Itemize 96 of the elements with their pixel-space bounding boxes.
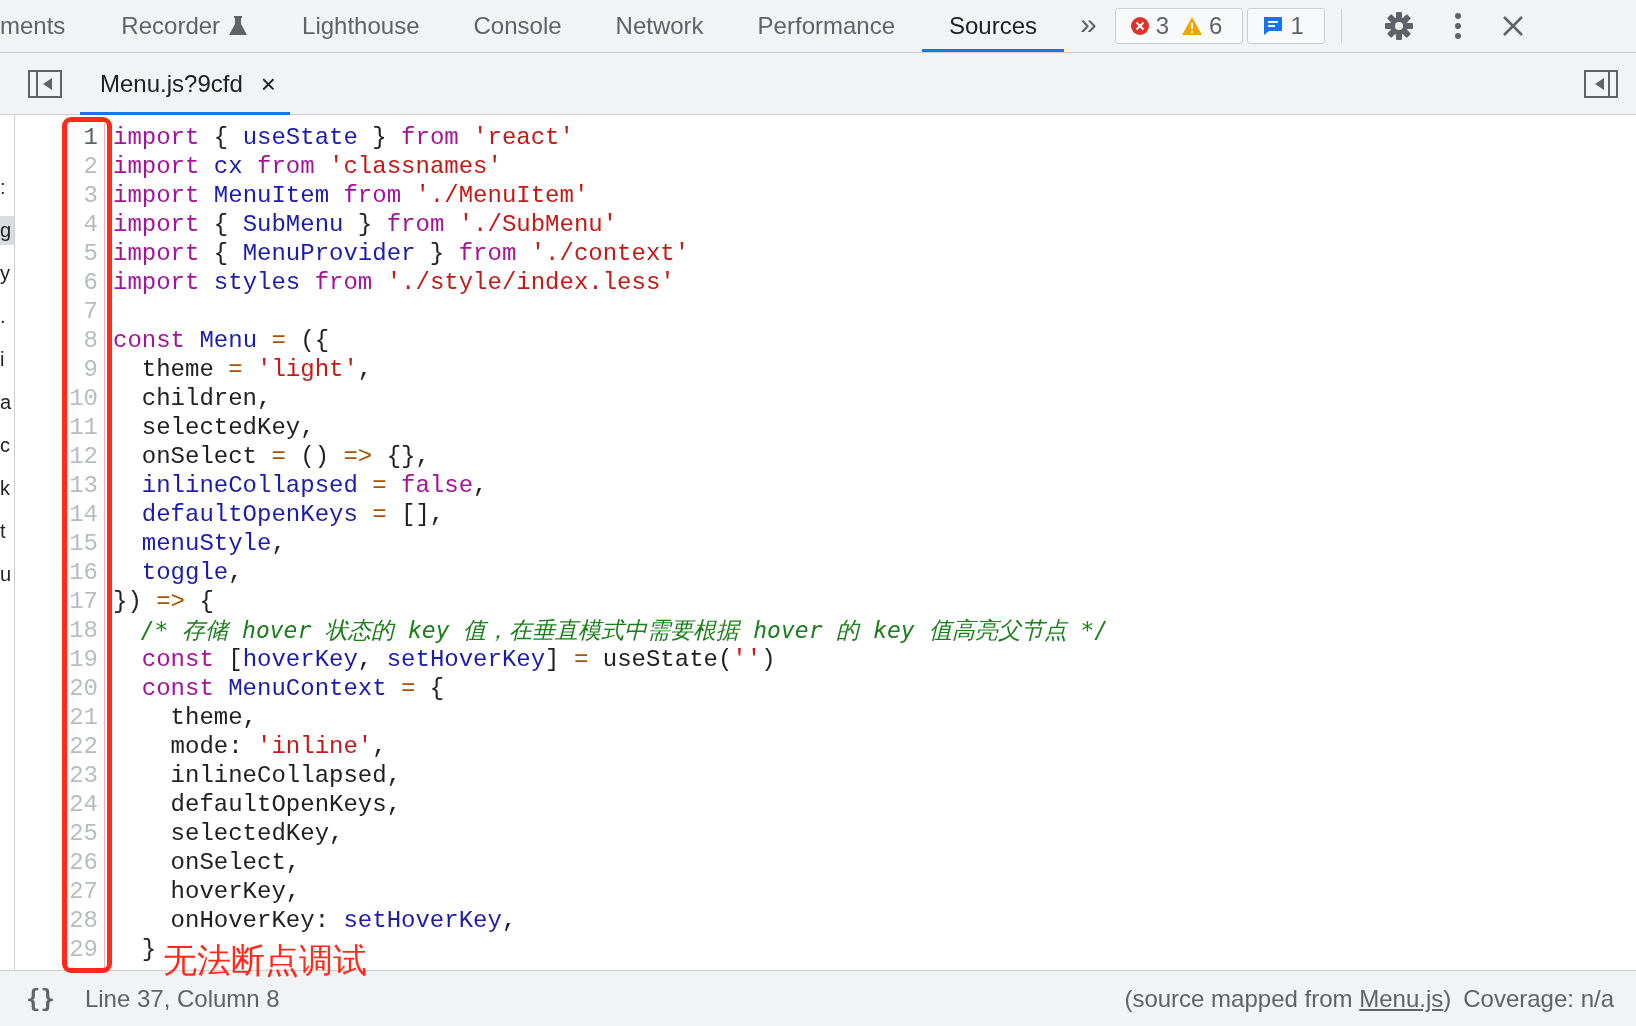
navigator-item[interactable]: :	[0, 173, 14, 202]
code-line: import { useState } from 'react'	[113, 123, 574, 152]
code-line: inlineCollapsed,	[169, 761, 402, 790]
close-icon[interactable]	[1501, 15, 1524, 37]
line-number[interactable]: 2	[15, 152, 98, 181]
code-line: children,	[140, 384, 272, 413]
line-number[interactable]: 29	[15, 935, 98, 964]
line-number[interactable]: 13	[15, 471, 98, 500]
navigator-item[interactable]: i	[0, 345, 14, 374]
line-number[interactable]: 20	[15, 674, 98, 703]
navigator-item[interactable]: k	[0, 474, 14, 503]
line-number[interactable]: 22	[15, 732, 98, 761]
code-line: selectedKey,	[140, 413, 315, 442]
navigator-item[interactable]: a	[0, 388, 14, 417]
code-line: inlineCollapsed = false,	[140, 471, 488, 500]
code-line: const Menu = ({	[113, 326, 330, 355]
code-line: menuStyle,	[140, 529, 286, 558]
line-number[interactable]: 1	[15, 123, 98, 152]
code-line: import { SubMenu } from './SubMenu'	[113, 210, 618, 239]
code-line: import { MenuProvider } from './context'	[113, 239, 690, 268]
panel-tab[interactable]: Lighthouse	[275, 0, 447, 52]
flask-icon	[228, 15, 249, 37]
code-line: }) => {	[113, 587, 214, 616]
panel-tab[interactable]: Performance	[730, 0, 922, 52]
line-number[interactable]: 5	[15, 239, 98, 268]
code-line: import cx from 'classnames'	[113, 152, 502, 181]
line-number[interactable]: 25	[15, 819, 98, 848]
code-line: onHoverKey: setHoverKey,	[169, 906, 517, 935]
close-tab-button[interactable]: ×	[260, 68, 276, 100]
navigator-item[interactable]: y	[0, 259, 14, 288]
code-line: }	[140, 935, 157, 964]
code-line: import styles from './style/index.less'	[113, 268, 675, 297]
line-number[interactable]: 26	[15, 848, 98, 877]
messages-counter[interactable]: 1	[1247, 8, 1325, 44]
navigator-item[interactable]: g	[0, 216, 14, 245]
code-line: import MenuItem from './MenuItem'	[113, 181, 589, 210]
line-number[interactable]: 19	[15, 645, 98, 674]
code-line: theme = 'light',	[140, 355, 373, 384]
more-tabs-button[interactable]: »	[1064, 7, 1111, 45]
error-count: 3	[1155, 12, 1170, 40]
code-line: const MenuContext = {	[140, 674, 445, 703]
navigator-item[interactable]: c	[0, 431, 14, 460]
code-line: defaultOpenKeys = [],	[140, 500, 445, 529]
cursor-position: Line 37, Column 8	[84, 984, 280, 1013]
code-line: defaultOpenKeys,	[169, 790, 402, 819]
panel-tab[interactable]: Network	[588, 0, 731, 52]
line-number[interactable]: 14	[15, 500, 98, 529]
show-navigator-icon[interactable]	[28, 69, 62, 98]
message-count: 1	[1290, 12, 1304, 40]
line-number[interactable]: 9	[15, 355, 98, 384]
more-options-icon[interactable]	[1453, 13, 1462, 39]
navigator-item[interactable]: .	[0, 302, 14, 331]
message-icon	[1262, 15, 1285, 37]
coverage-info: Coverage: n/a	[1463, 984, 1614, 1013]
file-tab[interactable]: Menu.js?9cfd ×	[80, 52, 290, 115]
panel-tab[interactable]: ments	[0, 0, 93, 52]
line-number[interactable]: 12	[15, 442, 98, 471]
panel-tab[interactable]: Recorder	[94, 0, 276, 52]
annotation-text: 无法断点调试	[163, 939, 367, 982]
code-line: /* 存储 hover 状态的 key 值，在垂直模式中需要根据 hover 的 key 值高亮父节点 */	[139, 616, 1109, 645]
line-number[interactable]: 4	[15, 210, 98, 239]
warning-count: 6	[1209, 12, 1223, 40]
panel-tab[interactable]: Console	[446, 0, 589, 52]
code-line: toggle,	[140, 558, 243, 587]
source-link[interactable]: Menu.js	[1359, 984, 1444, 1012]
code-line: hoverKey,	[169, 877, 301, 906]
line-number[interactable]: 24	[15, 790, 98, 819]
navigator-item[interactable]: t	[0, 517, 14, 546]
line-number[interactable]: 7	[15, 297, 98, 326]
navigator-item[interactable]: u	[0, 560, 14, 589]
pretty-print-button[interactable]: {}	[26, 984, 55, 1013]
line-number[interactable]: 28	[15, 906, 98, 935]
warning-icon	[1181, 16, 1204, 36]
line-number[interactable]: 6	[15, 268, 98, 297]
line-number[interactable]: 3	[15, 181, 98, 210]
line-number[interactable]: 8	[15, 326, 98, 355]
code-line: theme,	[169, 703, 258, 732]
line-number[interactable]: 21	[15, 703, 98, 732]
line-number[interactable]: 17	[15, 587, 98, 616]
line-number[interactable]: 18	[15, 616, 98, 645]
line-number[interactable]: 10	[15, 384, 98, 413]
code-line: selectedKey,	[169, 819, 344, 848]
line-number[interactable]: 23	[15, 761, 98, 790]
line-number[interactable]: 16	[15, 558, 98, 587]
code-line: onSelect = () => {},	[140, 442, 430, 471]
line-number[interactable]: 11	[15, 413, 98, 442]
code-line: onSelect,	[169, 848, 301, 877]
error-icon	[1129, 16, 1150, 36]
source-map-info: (source mapped from Menu.js)	[1124, 984, 1452, 1013]
line-number[interactable]: 27	[15, 877, 98, 906]
settings-icon[interactable]	[1383, 11, 1414, 41]
line-number[interactable]: 15	[15, 529, 98, 558]
issues-counter[interactable]: 3 6	[1114, 8, 1244, 44]
show-debugger-icon[interactable]	[1584, 69, 1618, 98]
code-line: mode: 'inline',	[169, 732, 387, 761]
code-line: const [hoverKey, setHoverKey] = useState('')	[140, 645, 776, 674]
